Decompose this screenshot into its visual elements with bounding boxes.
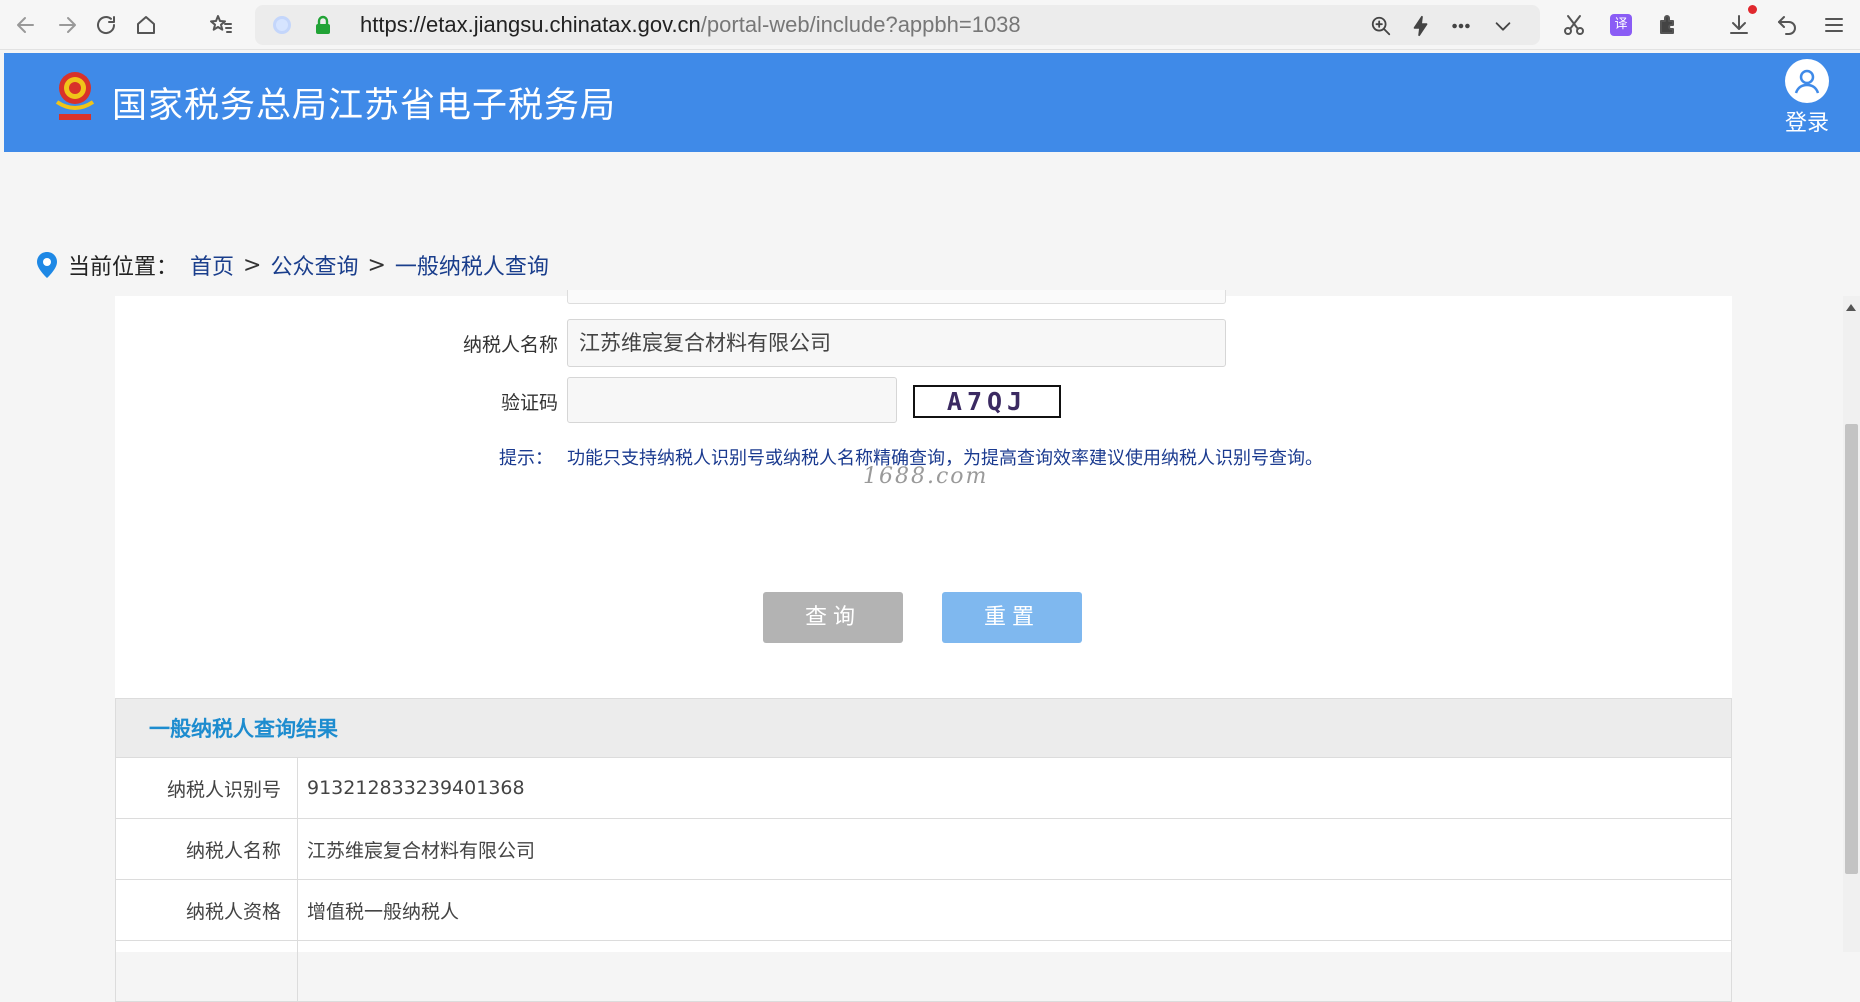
undo-icon[interactable]: [1771, 9, 1803, 41]
site-info-icon[interactable]: [273, 16, 291, 34]
taxpayer-id-input[interactable]: [567, 290, 1226, 304]
captcha-label: 验证码: [500, 392, 558, 414]
row-key: 纳税人识别号: [115, 757, 298, 819]
site-title: 国家税务总局江苏省电子税务局: [112, 86, 617, 126]
extensions-puzzle-icon[interactable]: [1653, 9, 1685, 41]
row-value: 江苏维宸复合材料有限公司: [297, 818, 1732, 880]
breadcrumb-current: 一般纳税人查询: [394, 255, 549, 280]
breadcrumb-separator: >: [367, 252, 386, 278]
taxpayer-name-input[interactable]: 江苏维宸复合材料有限公司: [567, 319, 1226, 367]
query-button[interactable]: 查询: [763, 592, 903, 643]
zoom-icon[interactable]: [1368, 13, 1394, 39]
row-value: 增值税一般纳税人: [297, 879, 1732, 941]
user-avatar-icon: [1785, 59, 1829, 103]
scroll-up-arrow-icon[interactable]: [1846, 304, 1856, 311]
captcha-input[interactable]: [567, 377, 897, 423]
site-header: 国家税务总局江苏省电子税务局 登录: [4, 53, 1860, 152]
lock-icon: [316, 15, 330, 34]
url-host: https://etax.jiangsu.chinatax.gov.cn: [360, 12, 701, 37]
result-table: 纳税人识别号 913212833239401368 纳税人名称 江苏维宸复合材料…: [115, 757, 1732, 1002]
taxpayer-name-label: 纳税人名称: [462, 334, 558, 356]
url-text[interactable]: https://etax.jiangsu.chinatax.gov.cn/por…: [360, 5, 1021, 45]
hint-label: 提示：: [499, 448, 553, 469]
result-header: 一般纳税人查询结果: [115, 698, 1732, 758]
table-row: 纳税人识别号 913212833239401368: [115, 757, 1732, 819]
table-row: 纳税人资格 增值税一般纳税人: [115, 879, 1732, 941]
download-icon[interactable]: [1723, 5, 1757, 41]
row-key: 纳税人资格: [115, 879, 298, 941]
browser-toolbar: https://etax.jiangsu.chinatax.gov.cn/por…: [0, 0, 1860, 50]
row-value: [297, 940, 1732, 1002]
breadcrumb-separator: >: [243, 252, 262, 278]
url-path: /portal-web/include?appbh=1038: [700, 12, 1021, 37]
row-value: 913212833239401368: [297, 757, 1732, 819]
breadcrumb-public-query[interactable]: 公众查询: [270, 249, 358, 281]
query-panel: 纳税人名称 江苏维宸复合材料有限公司 验证码 A7QJ 提示： 功能只支持纳税人…: [115, 290, 1732, 1002]
reload-icon[interactable]: [90, 9, 122, 41]
scissors-icon[interactable]: [1558, 9, 1590, 41]
bookmark-star-icon[interactable]: [205, 9, 237, 41]
login-button[interactable]: 登录: [1779, 59, 1835, 137]
home-icon[interactable]: [130, 9, 162, 41]
notification-dot: [1748, 5, 1757, 14]
breadcrumb-home[interactable]: 首页: [190, 249, 234, 281]
chevron-down-icon[interactable]: [1490, 13, 1516, 39]
back-icon[interactable]: [10, 9, 42, 41]
breadcrumb-prefix: 当前位置：: [68, 255, 179, 280]
reset-button[interactable]: 重置: [942, 592, 1082, 643]
address-bar[interactable]: https://etax.jiangsu.chinatax.gov.cn/por…: [255, 5, 1540, 45]
more-dots-icon[interactable]: [1448, 13, 1474, 39]
watermark: 1688.com: [863, 464, 989, 489]
breadcrumb: 当前位置： 首页 > 公众查询 > 一般纳税人查询: [36, 245, 549, 285]
table-row: [115, 940, 1732, 1002]
login-label: 登录: [1784, 111, 1829, 136]
forward-icon[interactable]: [51, 9, 83, 41]
scroll-thumb[interactable]: [1845, 424, 1858, 874]
lightning-icon[interactable]: [1408, 13, 1434, 39]
row-key: 纳税人名称: [115, 818, 298, 880]
captcha-image[interactable]: A7QJ: [913, 385, 1061, 418]
result-title: 一般纳税人查询结果: [149, 717, 338, 741]
menu-icon[interactable]: [1818, 9, 1850, 41]
tax-emblem-logo: [55, 72, 95, 120]
table-row: 纳税人名称 江苏维宸复合材料有限公司: [115, 818, 1732, 880]
translate-label: 译: [1610, 14, 1632, 36]
row-key: [115, 940, 298, 1002]
location-pin-icon: [37, 252, 57, 278]
page-scrollbar[interactable]: [1843, 296, 1860, 952]
translate-icon[interactable]: 译: [1605, 9, 1637, 41]
